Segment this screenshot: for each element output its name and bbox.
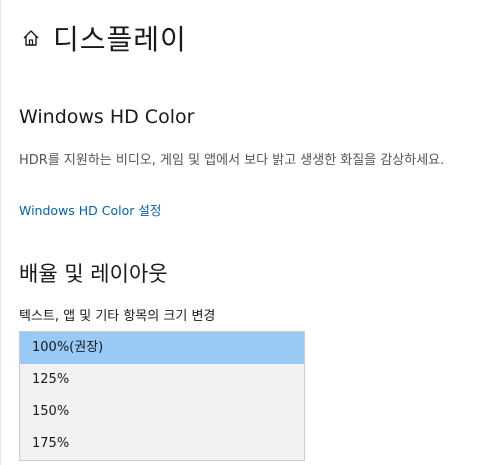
scale-option-125[interactable]: 125% [20, 364, 304, 396]
hd-color-section-title: Windows HD Color [19, 106, 195, 128]
page-title: 디스플레이 [53, 23, 187, 56]
scale-option-175[interactable]: 175% [20, 428, 304, 460]
hd-color-settings-link[interactable]: Windows HD Color 설정 [19, 200, 161, 219]
scale-option-100[interactable]: 100%(권장) [20, 332, 304, 364]
scale-option-150[interactable]: 150% [20, 396, 304, 428]
scale-dropdown-list[interactable]: 100%(권장) 125% 150% 175% [19, 331, 305, 461]
display-settings-page: 디스플레이 Windows HD Color HDR를 지원하는 비디오, 게임… [0, 0, 491, 465]
home-icon[interactable] [21, 28, 41, 48]
hd-color-description: HDR를 지원하는 비디오, 게임 및 앱에서 보다 밝고 생생한 화질을 감상… [19, 153, 445, 168]
page-header: 디스플레이 [21, 18, 187, 58]
scale-dropdown-label: 텍스트, 앱 및 기타 항목의 크기 변경 [19, 309, 216, 324]
scale-layout-section-title: 배율 및 레이아웃 [19, 262, 168, 286]
